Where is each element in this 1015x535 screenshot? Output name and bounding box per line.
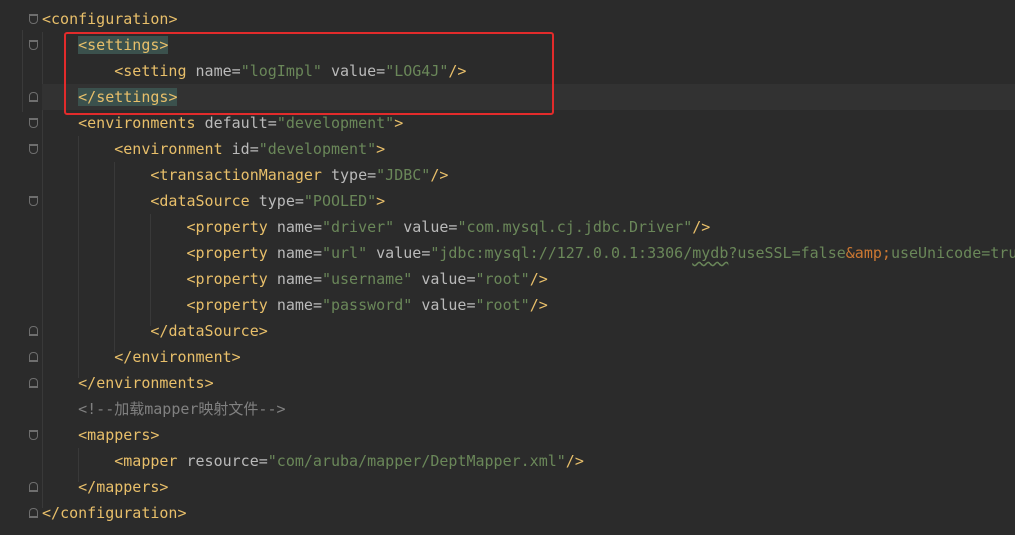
fold-datasource-end-icon[interactable] bbox=[29, 326, 38, 336]
attr-name: name bbox=[276, 218, 313, 236]
tag-transactionmanager: transactionManager bbox=[159, 166, 322, 184]
value-url-tail: useUnicode=tru bbox=[890, 244, 1015, 262]
code-line[interactable]: </configuration> bbox=[42, 500, 1015, 526]
fold-settings-end-icon[interactable] bbox=[29, 92, 38, 102]
value-url-query: ?useSSL=false bbox=[728, 244, 846, 262]
tag-configuration-close: configuration bbox=[60, 504, 178, 522]
value-driver-class: "com.mysql.cj.jdbc.Driver" bbox=[457, 218, 693, 236]
fold-mappers-end-icon[interactable] bbox=[29, 482, 38, 492]
fold-environments-end-icon[interactable] bbox=[29, 378, 38, 388]
attr-value: value bbox=[376, 244, 422, 262]
attr-name: name bbox=[276, 244, 313, 262]
value-root: "root" bbox=[475, 270, 530, 288]
code-line[interactable]: <mappers> bbox=[42, 422, 1015, 448]
fold-environment-end-icon[interactable] bbox=[29, 352, 38, 362]
attr-id: id bbox=[231, 140, 250, 158]
value-development: "development" bbox=[258, 140, 377, 158]
fold-mappers-icon[interactable] bbox=[29, 430, 38, 440]
tag-property: property bbox=[195, 244, 268, 262]
attr-name: name bbox=[276, 270, 313, 288]
fold-configuration-icon[interactable] bbox=[29, 14, 38, 24]
code-line[interactable]: <property name="username" value="root"/> bbox=[42, 266, 1015, 292]
tag-mappers-close: mappers bbox=[96, 478, 160, 496]
fold-datasource-icon[interactable] bbox=[29, 196, 38, 206]
value-pooled: "POOLED" bbox=[303, 192, 377, 210]
attr-type: type bbox=[258, 192, 295, 210]
attr-name: name bbox=[276, 296, 313, 314]
attr-resource: resource bbox=[186, 452, 259, 470]
tag-environment-close: environment bbox=[132, 348, 232, 366]
value-url-entity: &amp; bbox=[845, 244, 891, 262]
fold-environment-icon[interactable] bbox=[29, 144, 38, 154]
value-root: "root" bbox=[475, 296, 530, 314]
code-line[interactable]: <property name="url" value="jdbc:mysql:/… bbox=[42, 240, 1015, 266]
attr-value: value bbox=[403, 218, 449, 236]
value-username: "username" bbox=[321, 270, 413, 288]
code-editor[interactable]: <configuration> <settings> <setting name… bbox=[0, 0, 1015, 535]
tag-mappers: mappers bbox=[87, 426, 151, 444]
code-line[interactable]: <property name="driver" value="com.mysql… bbox=[42, 214, 1015, 240]
tag-environment: environment bbox=[123, 140, 223, 158]
tag-environments: environments bbox=[87, 114, 196, 132]
code-line[interactable]: </dataSource> bbox=[42, 318, 1015, 344]
value-url-prefix: "jdbc:mysql://127.0.0.1:3306/ bbox=[430, 244, 693, 262]
editor-gutter bbox=[0, 0, 42, 535]
attr-value: value bbox=[421, 296, 467, 314]
value-development: "development" bbox=[276, 114, 395, 132]
tag-property: property bbox=[195, 218, 268, 236]
fold-settings-icon[interactable] bbox=[29, 40, 38, 50]
code-line[interactable]: <configuration> bbox=[42, 6, 1015, 32]
annotation-highlight-box bbox=[64, 32, 554, 115]
value-mapper-path: "com/aruba/mapper/DeptMapper.xml" bbox=[267, 452, 566, 470]
code-line[interactable]: <environment id="development"> bbox=[42, 136, 1015, 162]
value-url: "url" bbox=[321, 244, 368, 262]
attr-default: default bbox=[204, 114, 268, 132]
code-line[interactable]: </mappers> bbox=[42, 474, 1015, 500]
attr-value: value bbox=[421, 270, 467, 288]
value-driver: "driver" bbox=[321, 218, 395, 236]
tag-environments-close: environments bbox=[96, 374, 205, 392]
code-line[interactable]: </environment> bbox=[42, 344, 1015, 370]
attr-type: type bbox=[331, 166, 368, 184]
code-line[interactable]: <transactionManager type="JDBC"/> bbox=[42, 162, 1015, 188]
tag-datasource: dataSource bbox=[159, 192, 250, 210]
tag-property: property bbox=[195, 296, 268, 314]
code-line[interactable]: <mapper resource="com/aruba/mapper/DeptM… bbox=[42, 448, 1015, 474]
xml-comment: <!--加载mapper映射文件--> bbox=[78, 400, 286, 418]
tag-property: property bbox=[195, 270, 268, 288]
tag-configuration: configuration bbox=[51, 10, 169, 28]
tag-mapper: mapper bbox=[123, 452, 178, 470]
code-line[interactable]: </environments> bbox=[42, 370, 1015, 396]
tag-datasource-close: dataSource bbox=[168, 322, 259, 340]
value-jdbc: "JDBC" bbox=[376, 166, 431, 184]
code-line[interactable]: <!--加载mapper映射文件--> bbox=[42, 396, 1015, 422]
value-url-db: mydb bbox=[692, 244, 729, 262]
fold-environments-icon[interactable] bbox=[29, 118, 38, 128]
gutter-change-marker bbox=[22, 30, 23, 112]
fold-configuration-end-icon[interactable] bbox=[29, 508, 38, 518]
value-password: "password" bbox=[321, 296, 413, 314]
code-line[interactable]: <dataSource type="POOLED"> bbox=[42, 188, 1015, 214]
code-line[interactable]: <property name="password" value="root"/> bbox=[42, 292, 1015, 318]
